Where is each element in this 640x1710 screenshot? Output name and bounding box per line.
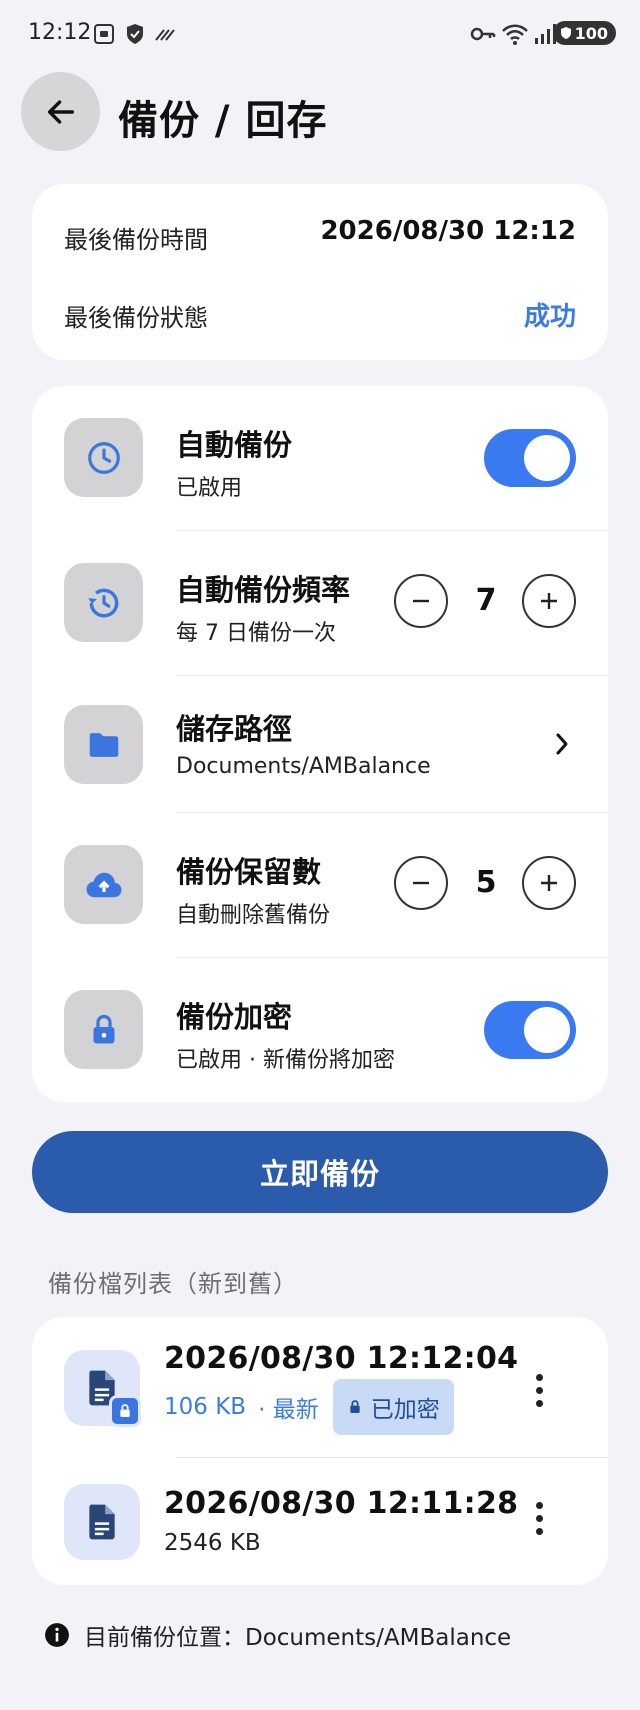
file-icon-box [64,1350,141,1427]
encryption-row[interactable]: 備份加密 已啟用 · 新備份將加密 [32,958,608,1102]
minus-icon [413,599,429,603]
back-arrow-icon [47,99,74,124]
plus-icon [541,593,557,609]
storage-path-icon-box [64,705,143,784]
auto-backup-icon-box [64,418,143,497]
backup-list-card: 2026/08/30 12:12:04 106 KB · 最新 已加密 2026… [32,1317,608,1585]
storage-path-title: 儲存路徑 [176,712,293,746]
last-backup-status-label: 最後備份狀態 [64,304,208,332]
frequency-icon-box [64,563,143,642]
document-icon [89,1504,115,1540]
last-backup-status-value: 成功 [523,302,576,332]
history-icon [87,588,118,617]
auto-backup-toggle[interactable] [484,429,576,487]
backup-location-info: 目前備份位置：Documents/AMBalance [44,1618,511,1652]
storage-path-row[interactable]: 儲存路徑 Documents/AMBalance [32,676,608,812]
status-bar: 12:12 100 [0,0,640,70]
frequency-title: 自動備份頻率 [176,573,351,607]
lock-icon [93,1014,114,1043]
retention-icon-box [64,845,143,924]
status-time: 12:12 [28,20,92,45]
backup-location-text: 目前備份位置：Documents/AMBalance [84,1625,512,1651]
frequency-row: 自動備份頻率 每 7 日備份一次 7 [32,531,608,675]
shield-icon [127,24,143,44]
retention-value: 5 [475,865,497,900]
more-vert-icon[interactable] [536,1374,544,1413]
plus-icon [541,875,557,891]
info-icon [45,1623,69,1647]
page-title: 備份 / 回存 [118,98,328,144]
list-item[interactable]: 2026/08/30 12:11:28 2546 KB [32,1458,608,1585]
encrypted-chip-label: 已加密 [370,1397,440,1423]
folder-icon [89,732,118,757]
encrypted-chip: 已加密 [332,1379,454,1435]
encryption-title: 備份加密 [176,1000,293,1034]
file-icon-box [64,1484,140,1560]
more-vert-icon[interactable] [536,1502,544,1541]
backup-settings-card: 自動備份 已啟用 自動備份頻率 每 7 日備份一次 7 儲存路徑 Documen… [32,386,608,1102]
encryption-toggle[interactable] [484,1001,576,1059]
backup-now-button[interactable]: 立即備份 [32,1131,608,1213]
screenshot-icon [94,24,114,44]
chevron-right-icon [556,733,568,755]
last-backup-time-value: 2026/08/30 12:12 [320,216,576,246]
backup-file-size: 2546 KB [164,1530,261,1556]
auto-backup-title: 自動備份 [176,428,293,462]
retention-increase-button[interactable] [522,856,576,910]
backup-list-label: 備份檔列表（新到舊） [48,1270,298,1298]
backup-file-meta: 106 KB · 最新 已加密 [164,1379,454,1435]
backup-file-size: 106 KB [164,1394,247,1420]
list-item[interactable]: 2026/08/30 12:12:04 106 KB · 最新 已加密 [32,1317,608,1457]
frequency-subtitle: 每 7 日備份一次 [176,621,336,646]
retention-title: 備份保留數 [176,855,322,889]
encryption-subtitle: 已啟用 · 新備份將加密 [176,1048,395,1073]
auto-backup-row[interactable]: 自動備份 已啟用 [32,386,608,530]
last-backup-time-label: 最後備份時間 [64,226,208,254]
lock-icon [120,1404,130,1417]
backup-status-card: 最後備份時間 2026/08/30 12:12 最後備份狀態 成功 [32,184,608,360]
battery-shield-icon [560,27,571,39]
back-button[interactable] [21,72,100,151]
battery-level: 100 [574,23,608,43]
latest-tag: · 最新 [258,1397,319,1423]
minus-icon [413,881,429,885]
retention-row: 備份保留數 自動刪除舊備份 5 [32,813,608,957]
backup-file-name: 2026/08/30 12:11:28 [164,1486,519,1521]
no-sim-icon [155,29,175,41]
toggle-knob [524,435,570,481]
storage-path-subtitle: Documents/AMBalance [176,754,431,779]
lock-icon [350,1400,360,1413]
encrypted-badge [109,1395,141,1427]
backup-file-name: 2026/08/30 12:12:04 [164,1341,519,1376]
cloud-upload-icon [86,872,121,897]
encryption-icon-box [64,990,143,1069]
frequency-decrease-button[interactable] [394,574,448,628]
retention-subtitle: 自動刪除舊備份 [176,903,331,928]
toggle-knob [524,1007,570,1053]
key-icon [470,27,496,41]
auto-backup-subtitle: 已啟用 [176,476,243,501]
wifi-icon [502,24,528,45]
clock-icon [87,441,120,474]
retention-decrease-button[interactable] [394,856,448,910]
frequency-value: 7 [475,583,497,618]
battery-indicator: 100 [552,21,616,45]
frequency-increase-button[interactable] [522,574,576,628]
